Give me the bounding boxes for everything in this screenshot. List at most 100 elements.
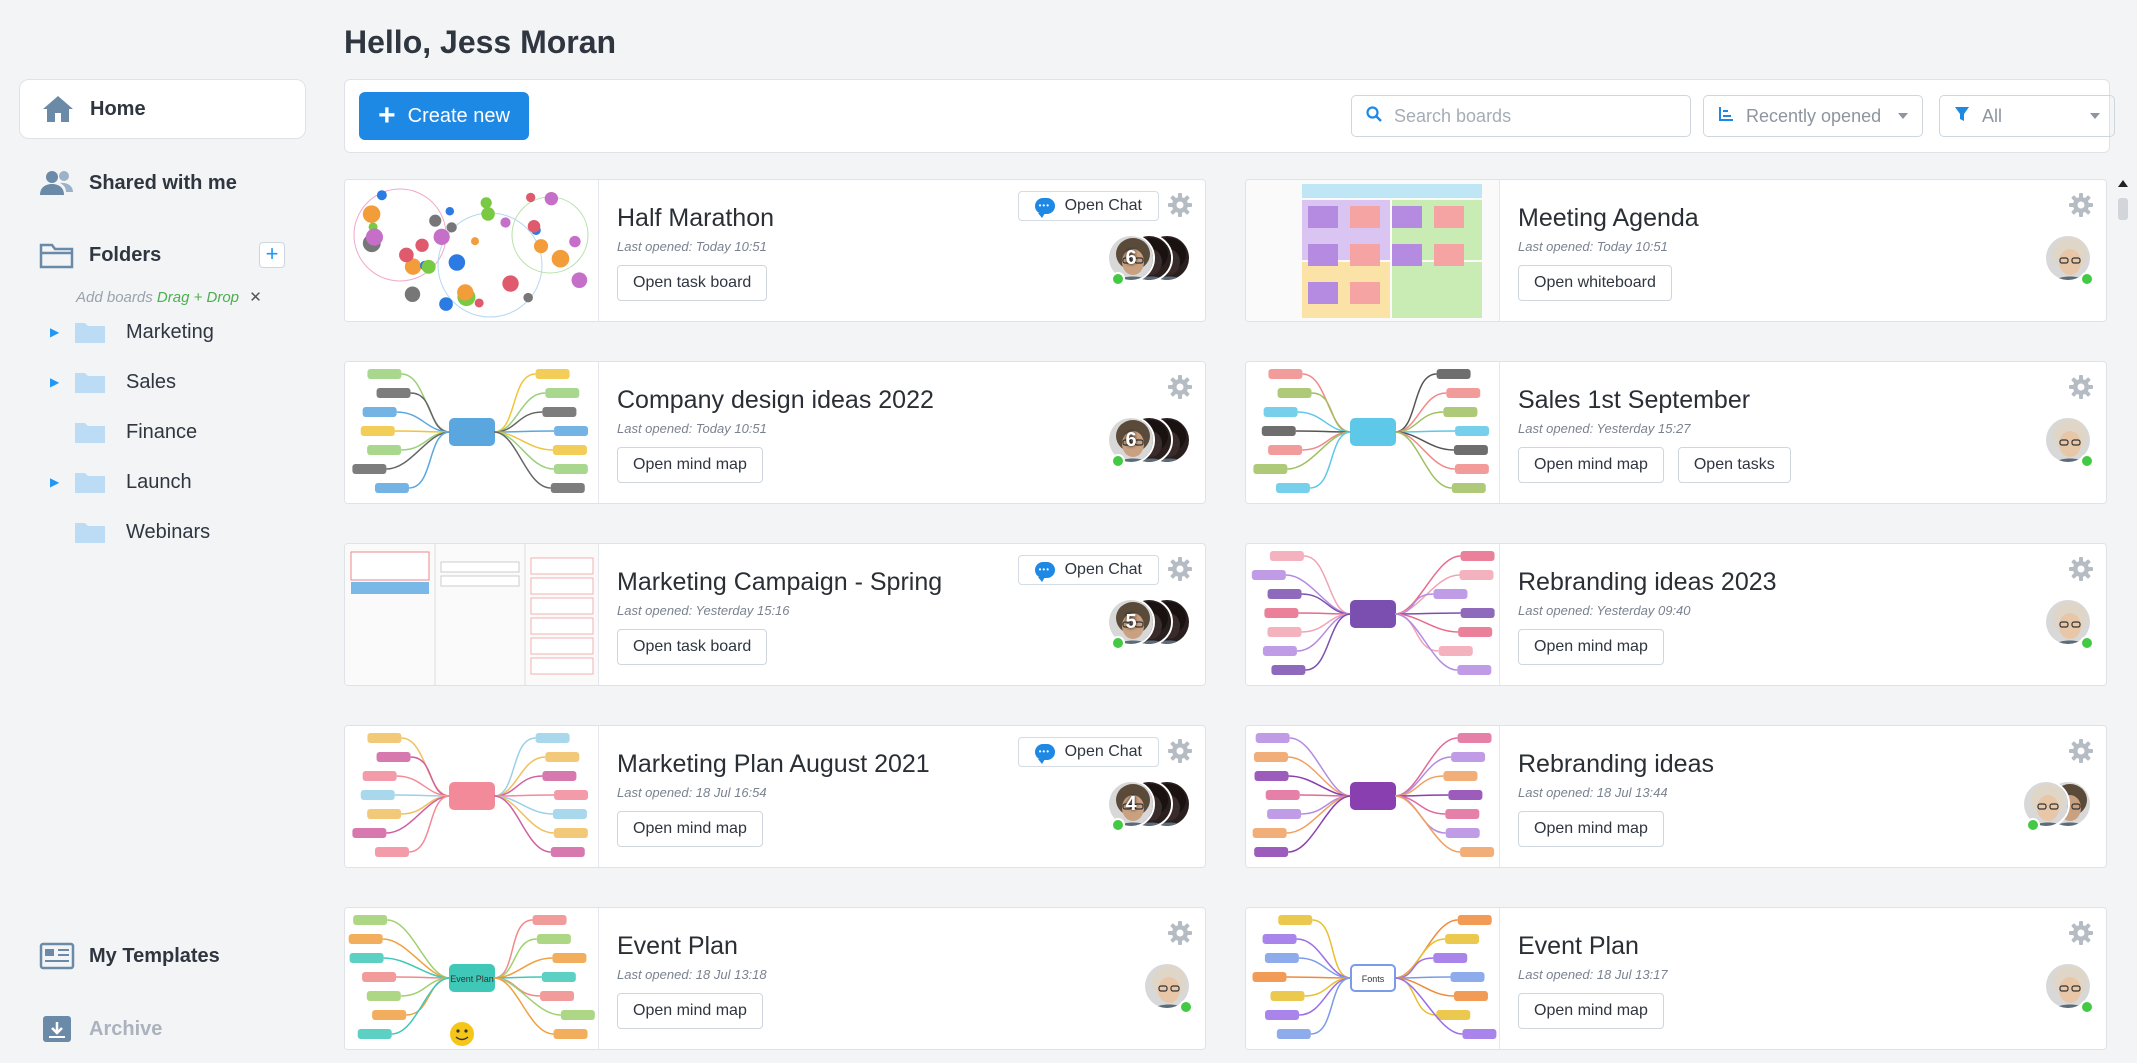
open-board-button[interactable]: Open whiteboard	[1518, 265, 1672, 301]
page-title: Hello, Jess Moran	[344, 24, 617, 60]
last-opened-text: Last opened: Yesterday 09:40	[1518, 603, 1691, 618]
close-hint-icon[interactable]: ✕	[249, 289, 262, 306]
board-thumbnail[interactable]: Fonts	[1246, 908, 1500, 1049]
caret-right-icon[interactable]: ▶	[50, 325, 66, 339]
board-title[interactable]: Meeting Agenda	[1518, 204, 1699, 233]
create-new-button[interactable]: + Create new	[359, 92, 529, 140]
board-title[interactable]: Marketing Plan August 2021	[617, 750, 930, 779]
chevron-down-icon	[1898, 113, 1908, 119]
chat-icon: •••	[1034, 198, 1055, 218]
gear-icon[interactable]	[2068, 192, 2094, 218]
scrollbar[interactable]	[2116, 180, 2130, 1063]
online-status-dot	[2080, 636, 2094, 650]
folder-item[interactable]: Webinars	[50, 512, 210, 552]
board-thumbnail[interactable]	[345, 726, 599, 867]
board-title[interactable]: Event Plan	[1518, 932, 1639, 961]
open-chat-button[interactable]: ••• Open Chat	[1017, 191, 1159, 221]
board-title[interactable]: Marketing Campaign - Spring	[617, 568, 942, 597]
gear-icon[interactable]	[1167, 556, 1193, 582]
board-card[interactable]: Half Marathon Last opened: Today 10:51 Ope…	[344, 179, 1206, 322]
folder-item[interactable]: ▶ Launch	[50, 462, 192, 502]
board-title[interactable]: Rebranding ideas 2023	[1518, 568, 1777, 597]
open-board-button[interactable]: Open mind map	[1518, 993, 1664, 1029]
board-card[interactable]: Company design ideas 2022 Last opened: To…	[344, 361, 1206, 504]
board-title[interactable]: Sales 1st September	[1518, 386, 1750, 415]
board-actions: Open mind map	[1518, 629, 1664, 665]
sidebar-item-home[interactable]: Home	[19, 79, 306, 139]
open-board-button[interactable]: Open task board	[617, 629, 768, 665]
folder-item[interactable]: ▶ Sales	[50, 362, 176, 402]
sort-select[interactable]: Recently opened	[1703, 95, 1923, 137]
folder-label: Finance	[126, 420, 198, 443]
open-board-button[interactable]: Open tasks	[1677, 447, 1791, 483]
board-thumbnail[interactable]	[1246, 362, 1500, 503]
board-actions: Open mind map Open tasks	[1518, 447, 1791, 483]
scrollbar-thumb[interactable]	[2118, 198, 2128, 220]
open-board-button[interactable]: Open mind map	[617, 447, 763, 483]
board-card[interactable]: Marketing Plan August 2021 Last opened: 1…	[344, 725, 1206, 868]
board-title[interactable]: Half Marathon	[617, 204, 774, 233]
search-icon	[1366, 105, 1382, 127]
board-card[interactable]: Rebranding ideas 2023 Last opened: Yester…	[1245, 543, 2107, 686]
gear-icon[interactable]	[1167, 374, 1193, 400]
gear-icon[interactable]	[1167, 192, 1193, 218]
archive-icon	[39, 1014, 75, 1044]
online-status-dot	[2080, 454, 2094, 468]
folder-item[interactable]: Finance	[50, 412, 197, 452]
gear-icon[interactable]	[2068, 374, 2094, 400]
board-title[interactable]: Rebranding ideas	[1518, 750, 1714, 779]
board-thumbnail[interactable]	[1246, 544, 1500, 685]
gear-icon[interactable]	[1167, 738, 1193, 764]
add-boards-text: Add boards	[76, 289, 153, 306]
add-folder-button[interactable]: +	[259, 242, 285, 268]
board-card[interactable]: Rebranding ideas Last opened: 18 Jul 13:4…	[1245, 725, 2107, 868]
board-card[interactable]: Event Plan Event Plan Last opened: 18 Jul …	[344, 907, 1206, 1050]
scroll-up-arrow-icon[interactable]	[2118, 180, 2128, 187]
gear-icon[interactable]	[2068, 556, 2094, 582]
filter-select[interactable]: All	[1939, 95, 2115, 137]
filter-value: All	[1982, 105, 2003, 126]
gear-icon[interactable]	[2068, 738, 2094, 764]
open-board-button[interactable]: Open mind map	[1518, 811, 1664, 847]
board-actions: Open mind map	[1518, 993, 1664, 1029]
open-chat-button[interactable]: ••• Open Chat	[1017, 555, 1159, 585]
folder-item[interactable]: ▶ Marketing	[50, 312, 214, 352]
board-thumbnail[interactable]	[345, 180, 599, 321]
last-opened-text: Last opened: Today 10:51	[617, 421, 767, 436]
board-thumbnail[interactable]: Event Plan	[345, 908, 599, 1049]
board-card[interactable]: Sales 1st September Last opened: Yesterda…	[1245, 361, 2107, 504]
board-card[interactable]: Marketing Campaign - Spring Last opened: …	[344, 543, 1206, 686]
board-card[interactable]: Fonts Event Plan Last opened: 18 Jul 13:17…	[1245, 907, 2107, 1050]
caret-right-icon[interactable]: ▶	[50, 375, 66, 389]
search-box[interactable]	[1351, 95, 1691, 137]
online-status-dot	[2026, 818, 2040, 832]
avatar-count-value: 6	[1125, 428, 1137, 451]
last-opened-text: Last opened: 18 Jul 13:44	[1518, 785, 1668, 800]
avatar-count-value: 4	[1125, 792, 1137, 815]
last-opened-text: Last opened: Today 10:51	[617, 239, 767, 254]
caret-right-icon[interactable]: ▶	[50, 475, 66, 489]
board-title[interactable]: Company design ideas 2022	[617, 386, 934, 415]
open-chat-button[interactable]: ••• Open Chat	[1017, 737, 1159, 767]
sidebar-item-shared[interactable]: Shared with me	[19, 153, 306, 213]
folder-icon	[74, 470, 106, 494]
board-title[interactable]: Event Plan	[617, 932, 738, 961]
board-card[interactable]: Meeting Agenda Last opened: Today 10:51 Op…	[1245, 179, 2107, 322]
sidebar-item-templates[interactable]: My Templates	[19, 926, 306, 986]
board-thumbnail[interactable]	[1246, 726, 1500, 867]
open-board-button[interactable]: Open mind map	[1518, 447, 1664, 483]
search-input[interactable]	[1394, 105, 1674, 127]
gear-icon[interactable]	[2068, 920, 2094, 946]
sidebar-item-archive[interactable]: Archive	[19, 999, 306, 1059]
open-board-button[interactable]: Open mind map	[617, 811, 763, 847]
open-board-button[interactable]: Open mind map	[617, 993, 763, 1029]
board-thumbnail[interactable]	[345, 544, 599, 685]
open-board-button[interactable]: Open mind map	[1518, 629, 1664, 665]
board-actions: Open whiteboard	[1518, 265, 1672, 301]
sort-value: Recently opened	[1746, 105, 1882, 126]
board-thumbnail[interactable]	[1246, 180, 1500, 321]
gear-icon[interactable]	[1167, 920, 1193, 946]
board-thumbnail[interactable]	[345, 362, 599, 503]
open-board-button[interactable]: Open task board	[617, 265, 768, 301]
sidebar-item-label: Archive	[89, 1017, 163, 1040]
